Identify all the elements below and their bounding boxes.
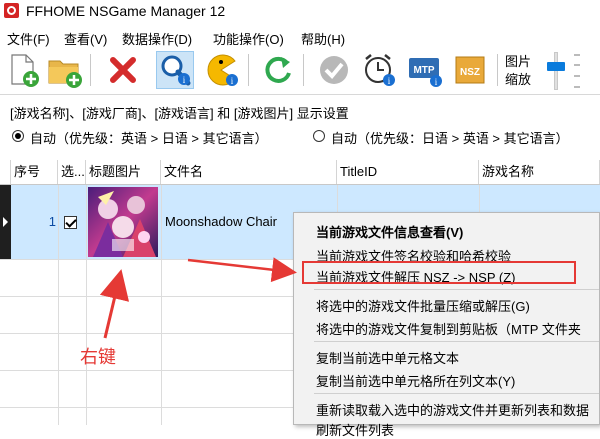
context-menu-item-batch-compress[interactable]: 将选中的游戏文件批量压缩或解压(G): [316, 296, 530, 315]
menu-data-ops[interactable]: 数据操作(D): [122, 29, 192, 48]
mtp-icon: MTP i: [409, 58, 442, 87]
checkmark-icon: [320, 56, 348, 84]
radio-option-english-first[interactable]: 自动（优先级：英语 > 日语 > 其它语言）: [12, 128, 268, 147]
radio-option-japanese-first-label: 自动（优先级：日语 > 英语 > 其它语言）: [331, 131, 569, 146]
toolbar: i i i MTP i NSZ 图片 缩放: [0, 48, 600, 95]
app-logo-icon: [4, 3, 19, 18]
svg-text:MTP: MTP: [413, 65, 434, 76]
context-menu-item-reload[interactable]: 重新读取载入选中的游戏文件并更新列表和数据: [316, 400, 589, 419]
radio-option-japanese-first[interactable]: 自动（优先级：日语 > 英语 > 其它语言）: [313, 128, 569, 147]
remove-button[interactable]: [104, 51, 142, 89]
menu-function-ops[interactable]: 功能操作(O): [213, 29, 284, 48]
game-cover-thumbnail: [88, 187, 158, 257]
column-header-filename[interactable]: 文件名: [161, 160, 337, 184]
context-menu: 当前游戏文件信息查看(V) 当前游戏文件签名校验和哈希校验 当前游戏文件解压 N…: [293, 212, 600, 438]
context-menu-separator: [314, 341, 599, 342]
mtp-info-button[interactable]: MTP i: [406, 51, 444, 89]
verify-button[interactable]: [315, 51, 353, 89]
radio-option-english-first-label: 自动（优先级：英语 > 日语 > 其它语言）: [30, 131, 268, 146]
add-folder-icon: [48, 60, 82, 88]
column-divider: [337, 185, 338, 212]
row-seq-number: 1: [48, 214, 56, 229]
add-folder-button[interactable]: [46, 51, 84, 89]
column-header-select[interactable]: 选...: [58, 160, 86, 184]
column-header-seq[interactable]: 序号: [11, 160, 58, 184]
toolbar-separator: [248, 54, 249, 86]
window-title: FFHOME NSGame Manager 12: [26, 3, 226, 19]
game-cover-art: [88, 187, 158, 257]
red-x-icon: [110, 57, 136, 83]
context-menu-item-refresh-list[interactable]: 刷新文件列表: [316, 420, 394, 439]
column-divider: [479, 185, 480, 212]
grid-header: 序号 选... 标题图片 文件名 TitleID 游戏名称: [0, 160, 600, 185]
image-zoom-label: 图片 缩放: [505, 53, 535, 89]
slider-thumb[interactable]: [547, 62, 565, 71]
pacman-button[interactable]: i: [202, 51, 240, 89]
radio-button-unchecked[interactable]: [313, 130, 325, 142]
context-menu-item-file-info[interactable]: 当前游戏文件信息查看(V): [316, 222, 463, 241]
refresh-icon: [265, 56, 291, 83]
menu-help[interactable]: 帮助(H): [301, 29, 345, 48]
add-file-button[interactable]: [4, 51, 42, 89]
menu-view[interactable]: 查看(V): [64, 29, 107, 48]
column-divider: [161, 185, 162, 425]
column-header-game-name[interactable]: 游戏名称: [479, 160, 600, 184]
annotation-highlight-box: [302, 261, 576, 284]
column-divider: [58, 185, 59, 425]
slider-ticks: [574, 54, 580, 88]
pacman-icon: i: [207, 54, 238, 86]
svg-text:NSZ: NSZ: [460, 67, 480, 78]
slider-track: [554, 52, 558, 90]
context-menu-item-copy-cell[interactable]: 复制当前选中单元格文本: [316, 348, 459, 367]
add-file-icon: [11, 54, 39, 87]
clock-info-button[interactable]: i: [360, 51, 398, 89]
row-select-checkbox[interactable]: [64, 216, 77, 229]
magnifier-info-icon: i: [161, 55, 191, 86]
column-header-cover[interactable]: 标题图片: [86, 160, 161, 184]
annotation-right-click-label: 右键: [80, 347, 116, 367]
menu-file[interactable]: 文件(F): [7, 29, 50, 48]
zoom-label-line2: 缩放: [505, 72, 532, 87]
alarm-clock-icon: i: [365, 54, 395, 86]
context-menu-item-copy-to-clipboard[interactable]: 将选中的游戏文件复制到剪贴板（MTP 文件夹: [316, 319, 581, 338]
column-header-titleid[interactable]: TitleID: [337, 160, 479, 184]
title-bar: FFHOME NSGame Manager 12: [0, 0, 600, 26]
display-settings-title: [游戏名称]、[游戏厂商]、[游戏语言] 和 [游戏图片] 显示设置: [10, 106, 349, 121]
row-selector-indicator[interactable]: [0, 185, 11, 259]
nsz-compress-button[interactable]: NSZ: [452, 51, 490, 89]
toolbar-separator: [90, 54, 91, 86]
zoom-label-line1: 图片: [505, 54, 532, 69]
image-zoom-slider[interactable]: [545, 52, 567, 90]
context-menu-separator: [314, 393, 599, 394]
context-menu-item-copy-column[interactable]: 复制当前选中单元格所在列文本(Y): [316, 371, 515, 390]
toolbar-separator: [303, 54, 304, 86]
menu-bar: 文件(F) 查看(V) 数据操作(D) 功能操作(O) 帮助(H): [0, 27, 600, 48]
context-menu-separator: [314, 289, 599, 290]
refresh-button[interactable]: [259, 51, 297, 89]
toolbar-separator: [497, 54, 498, 86]
row-header-corner: [0, 160, 11, 184]
nsz-compress-icon: NSZ: [455, 56, 485, 84]
radio-button-checked[interactable]: [12, 130, 24, 142]
column-divider: [86, 185, 87, 425]
search-info-button[interactable]: i: [156, 51, 194, 89]
row-filename: Moonshadow Chair: [165, 214, 278, 229]
